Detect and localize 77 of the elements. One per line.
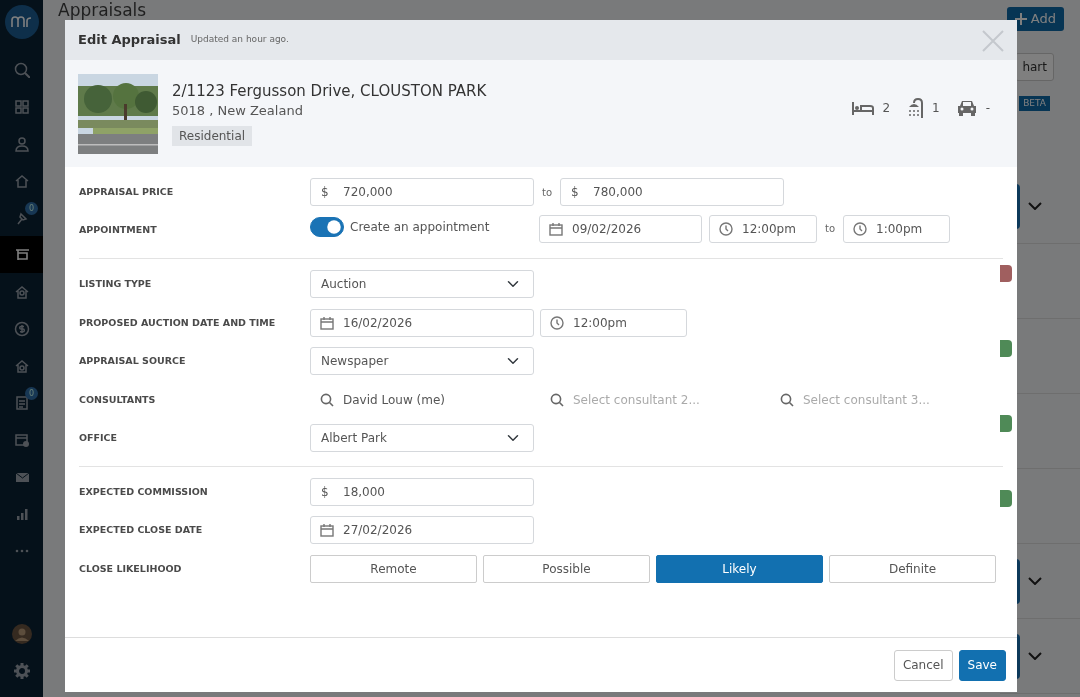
joiner-text: to	[825, 222, 836, 236]
clock-icon	[853, 221, 868, 236]
date-field[interactable]: 16/02/2026	[310, 308, 534, 337]
field-label: CONSULTANTS	[79, 392, 157, 407]
update-time: Updated an hour ago.	[190, 33, 289, 47]
select-field[interactable]: Newspaper	[310, 347, 534, 376]
clock-icon	[719, 221, 733, 236]
home-search-icon	[13, 357, 30, 374]
likelihood-option[interactable]: Possible	[483, 554, 650, 583]
likelihood-option[interactable]: Definite	[829, 554, 996, 583]
more-icon	[14, 548, 29, 553]
likelihood-option[interactable]: Remote	[310, 554, 477, 583]
field-label: APPRAISAL SOURCE	[79, 354, 187, 369]
field-label: APPRAISAL PRICE	[79, 185, 175, 200]
property-address: 2/1123 Fergusson Drive, CLOUSTON PARK	[172, 81, 487, 101]
search-icon	[13, 61, 30, 78]
select-field[interactable]: Auction	[310, 270, 534, 299]
bed-icon	[852, 100, 875, 115]
date-field[interactable]: 27/02/2026	[310, 516, 534, 545]
search-icon	[780, 392, 794, 407]
field-label: EXPECTED COMMISSION	[79, 484, 209, 499]
calendar-icon	[320, 315, 334, 330]
field-label: LISTING TYPE	[79, 277, 153, 292]
count-badge: 0	[25, 387, 38, 400]
currency-symbol: $	[321, 483, 329, 501]
select-field[interactable]: Albert Park	[310, 424, 534, 453]
page-title: Appraisals	[58, 0, 147, 20]
shower-icon	[906, 97, 924, 118]
property-locality: 5018 , New Zealand	[172, 102, 304, 120]
plus-icon	[1014, 12, 1027, 25]
chevron-down-icon[interactable]	[1028, 577, 1042, 585]
toggle-label: Create an appointment	[350, 218, 490, 236]
search-icon	[550, 392, 564, 407]
car-icon	[955, 98, 978, 117]
home-icon	[13, 172, 30, 189]
toggle-switch[interactable]	[310, 216, 344, 237]
save-button[interactable]: Save	[958, 649, 1006, 681]
date-field[interactable]: 09/02/2026	[539, 214, 702, 243]
likelihood-option[interactable]: Likely	[656, 554, 823, 583]
close-button[interactable]	[982, 28, 1004, 52]
modal-title: Edit Appraisal	[78, 31, 181, 50]
clock-icon	[550, 315, 564, 330]
field-label: EXPECTED CLOSE DATE	[79, 523, 204, 538]
time-field[interactable]: 12:00pm	[709, 214, 817, 243]
close-icon	[982, 29, 1004, 52]
grid-icon	[13, 98, 30, 115]
time-field[interactable]: 12:00pm	[540, 308, 687, 337]
sidebar-item[interactable]	[0, 236, 43, 273]
cancel-button[interactable]: Cancel	[893, 649, 953, 681]
person-icon	[13, 135, 30, 152]
home-icon	[13, 283, 30, 300]
calendar-icon	[13, 431, 30, 448]
calendar-icon	[549, 221, 563, 236]
sign-icon	[13, 246, 30, 263]
field-label: OFFICE	[79, 431, 119, 446]
bathroom-count: 1	[932, 99, 940, 117]
car-park-count: -	[985, 99, 990, 117]
chevron-down-icon[interactable]	[1028, 202, 1042, 210]
property-type-tag: Residential	[172, 126, 253, 146]
field-label: CLOSE LIKELIHOOD	[79, 561, 183, 576]
list-icon	[13, 394, 30, 411]
logo-icon	[4, 5, 39, 39]
currency-symbol: $	[321, 184, 329, 202]
beta-badge: BETA	[1019, 95, 1050, 111]
search-icon	[320, 392, 334, 407]
field-label: PROPOSED AUCTION DATE AND TIME	[79, 315, 277, 330]
joiner-text: to	[542, 185, 553, 200]
dollar-icon	[13, 320, 30, 337]
calendar-icon	[320, 523, 334, 538]
chevron-down-icon[interactable]	[1028, 652, 1042, 660]
bedroom-count: 2	[882, 99, 890, 117]
chart-button[interactable]: hart	[1015, 52, 1054, 81]
currency-symbol: $	[571, 184, 579, 202]
count-badge: 0	[25, 202, 38, 215]
time-field[interactable]: 1:00pm	[843, 214, 951, 243]
field-label: APPOINTMENT	[79, 222, 158, 237]
settings-icon	[12, 661, 31, 680]
